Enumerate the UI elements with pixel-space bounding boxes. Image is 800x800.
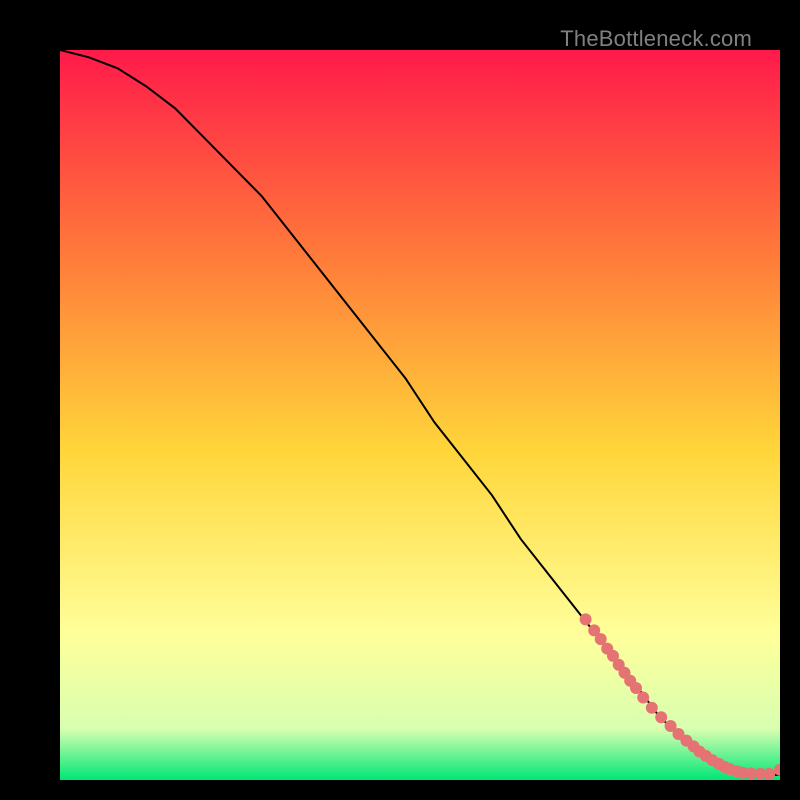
gradient-background	[60, 50, 780, 780]
data-point	[646, 702, 658, 714]
data-point	[580, 613, 592, 625]
data-point	[637, 692, 649, 704]
data-point	[655, 711, 667, 723]
chart-frame: TheBottleneck.com	[20, 20, 780, 780]
data-point	[763, 768, 775, 780]
data-point	[630, 682, 642, 694]
chart-svg	[60, 50, 780, 780]
plot-area	[60, 50, 780, 780]
watermark-text: TheBottleneck.com	[560, 26, 752, 52]
